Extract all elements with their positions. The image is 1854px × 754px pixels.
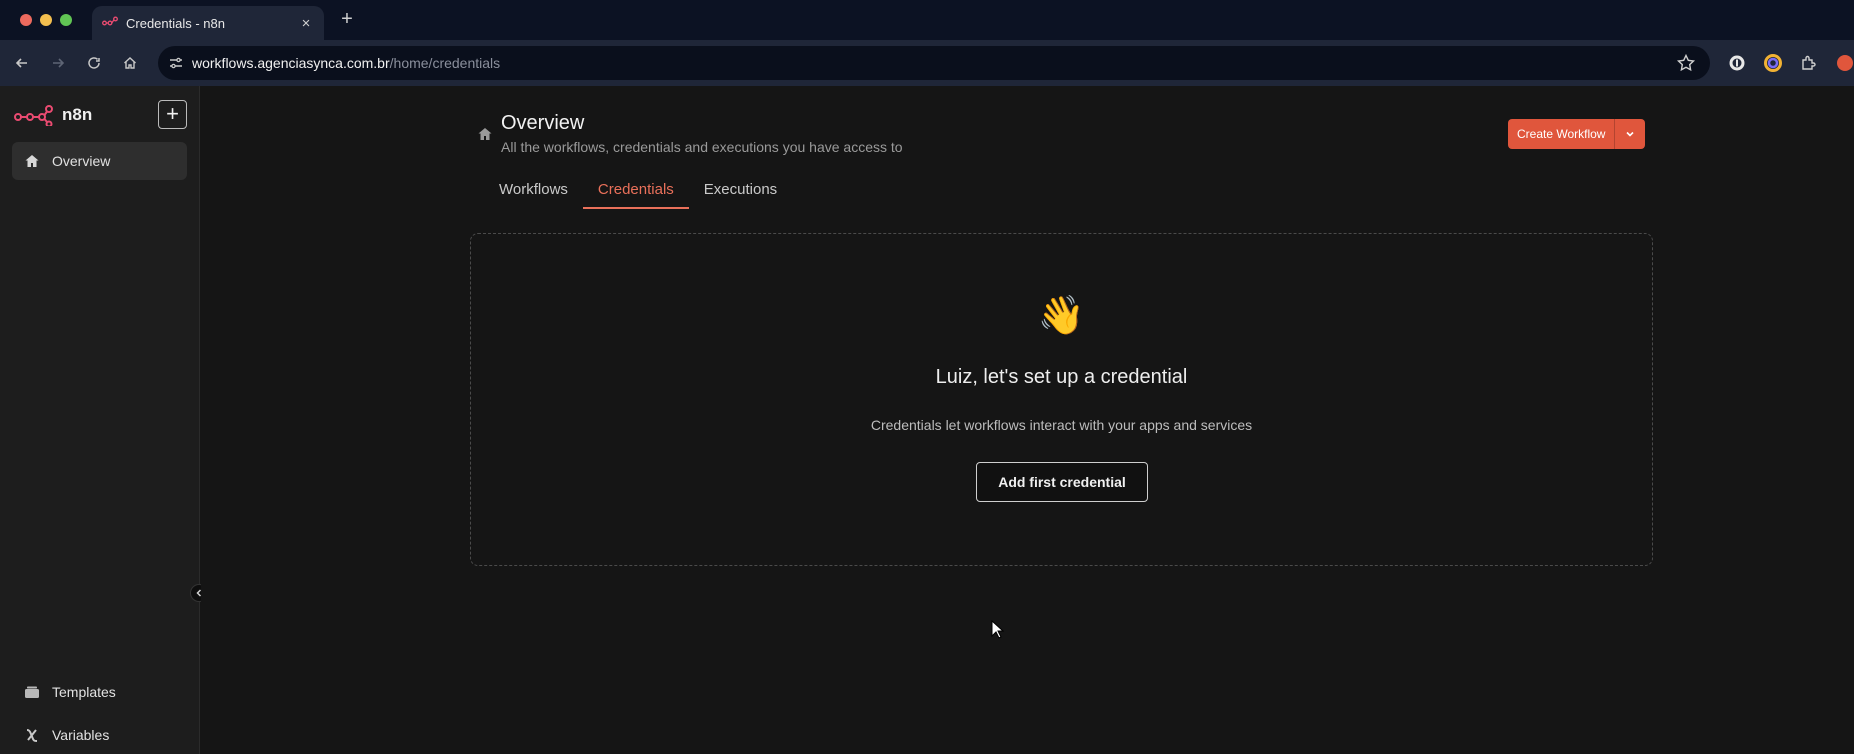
create-dropdown-button[interactable] — [1615, 119, 1645, 149]
sidebar-item-label: Templates — [52, 684, 116, 700]
home-icon — [24, 153, 40, 169]
overview-tabs: Workflows Credentials Executions — [484, 172, 792, 209]
waving-hand-icon: 👋 — [1037, 295, 1086, 337]
create-workflow-button[interactable]: Create Workflow — [1508, 119, 1616, 149]
chevron-down-icon — [1626, 131, 1635, 137]
url-path: /home/credentials — [389, 55, 501, 71]
url-host: workflows.agenciasynca.com.br — [192, 55, 390, 71]
extension-color-icon[interactable] — [1762, 52, 1784, 74]
address-bar[interactable]: workflows.agenciasynca.com.br/home/crede… — [158, 46, 1710, 80]
tab-title: Credentials - n8n — [126, 15, 225, 31]
sidebar: n8n + Overview Templates Variables — [0, 86, 208, 754]
tab-credentials[interactable]: Credentials — [582, 172, 689, 209]
tab-close-icon[interactable]: × — [298, 15, 314, 32]
new-tab-button[interactable]: + — [336, 8, 358, 31]
sidebar-item-overview[interactable]: Overview — [12, 142, 187, 180]
browser-home-icon — [124, 57, 136, 69]
variables-icon — [24, 727, 40, 743]
profile-avatar-icon[interactable] — [1834, 52, 1854, 74]
main-content: Overview All the workflows, credentials … — [201, 86, 1854, 754]
forward-button[interactable] — [46, 51, 70, 75]
window-maximize-button[interactable] — [60, 14, 72, 26]
tab-workflows[interactable]: Workflows — [484, 172, 583, 208]
arrow-left-icon — [15, 58, 27, 68]
create-workflow-button-group: Create Workflow — [1508, 119, 1646, 149]
n8n-favicon-icon — [102, 16, 118, 26]
browser-tab-bar: Credentials - n8n × + — [0, 0, 1854, 40]
bookmark-star-icon[interactable] — [1676, 53, 1696, 73]
empty-state-title: Luiz, let's set up a credential — [935, 366, 1188, 388]
add-button[interactable]: + — [158, 100, 187, 129]
tab-executions[interactable]: Executions — [689, 172, 792, 208]
extension-password-icon[interactable] — [1726, 52, 1748, 74]
sidebar-item-label: Variables — [52, 727, 110, 743]
sidebar-item-templates[interactable]: Templates — [12, 673, 187, 711]
sidebar-item-label: Overview — [52, 153, 111, 169]
mouse-cursor-icon — [991, 620, 1005, 639]
page-title: Overview — [501, 112, 585, 134]
browser-tab[interactable]: Credentials - n8n × — [92, 6, 324, 40]
add-first-credential-button[interactable]: Add first credential — [976, 462, 1148, 502]
n8n-logo[interactable]: n8n — [14, 104, 92, 126]
window-minimize-button[interactable] — [40, 14, 52, 26]
page-subtitle: All the workflows, credentials and execu… — [501, 139, 903, 155]
overview-home-icon — [478, 128, 492, 140]
arrow-right-icon — [53, 58, 65, 68]
empty-state-card: 👋 Luiz, let's set up a credential Creden… — [470, 233, 1653, 566]
reload-icon — [88, 57, 100, 69]
reload-button[interactable] — [82, 51, 106, 75]
empty-state-description: Credentials let workflows interact with … — [870, 417, 1253, 433]
back-button[interactable] — [10, 51, 34, 75]
home-button[interactable] — [118, 51, 142, 75]
extensions-puzzle-icon[interactable] — [1798, 52, 1820, 74]
browser-toolbar: workflows.agenciasynca.com.br/home/crede… — [0, 40, 1854, 86]
brand-name: n8n — [62, 105, 93, 124]
sidebar-item-variables[interactable]: Variables — [12, 716, 187, 754]
templates-icon — [24, 684, 40, 700]
window-close-button[interactable] — [20, 14, 32, 26]
site-settings-icon[interactable] — [168, 55, 184, 71]
n8n-logo-icon — [14, 105, 53, 126]
